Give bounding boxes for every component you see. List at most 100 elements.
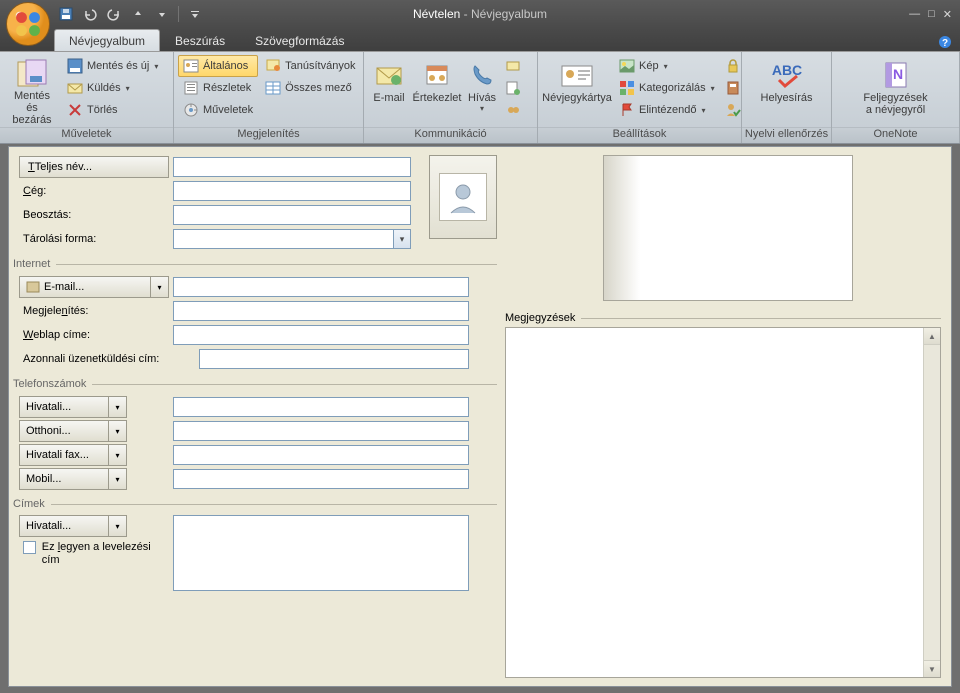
- group-communicate: E-mail Értekezlet Hívás▾ Kommunikáció: [364, 52, 538, 143]
- qat-save-icon[interactable]: [56, 4, 76, 24]
- send-button[interactable]: Küldés▾: [62, 77, 163, 99]
- contact-form: TTeljes név... Cég: Beosztás: Tárolási f…: [8, 146, 952, 687]
- show-certs-button[interactable]: Tanúsítványok: [260, 55, 360, 77]
- notes-header: Megjegyzések: [505, 311, 941, 325]
- im-input[interactable]: [199, 349, 469, 369]
- phone-home-selector[interactable]: Otthoni...▾: [19, 420, 127, 442]
- email-button[interactable]: E-mail: [368, 55, 410, 127]
- save-new-button[interactable]: Mentés és új▾: [62, 55, 163, 77]
- cert-icon: [265, 58, 281, 74]
- spelling-button[interactable]: ABC Helyesírás: [747, 55, 827, 127]
- comm-extra1[interactable]: [502, 55, 524, 77]
- onenote-icon: N: [880, 58, 912, 92]
- qat-redo-icon[interactable]: [104, 4, 124, 24]
- displayas-label: Megjelenítés:: [19, 305, 169, 317]
- phone-mobile-input[interactable]: [173, 469, 469, 489]
- tab-insert[interactable]: Beszúrás: [160, 29, 240, 51]
- followup-button[interactable]: Elintézendő▾: [614, 99, 720, 121]
- tab-contact[interactable]: Névjegyalbum: [54, 29, 160, 51]
- phone-mobile-selector[interactable]: Mobil...▾: [19, 468, 127, 490]
- app-name: Névjegyalbum: [471, 7, 547, 21]
- business-card-preview[interactable]: [603, 155, 853, 301]
- fullname-button[interactable]: TTeljes név...: [19, 156, 169, 178]
- call-button[interactable]: Hívás▾: [464, 55, 500, 127]
- show-general-button[interactable]: Általános: [178, 55, 258, 77]
- delete-icon: [67, 102, 83, 118]
- group-onenote: N Feljegyzések a névjegyről OneNote: [832, 52, 960, 143]
- chevron-down-icon[interactable]: ▾: [150, 277, 168, 297]
- scroll-down-icon[interactable]: ▼: [924, 660, 940, 677]
- qat-prev-icon[interactable]: [128, 4, 148, 24]
- comm-extra2[interactable]: [502, 77, 524, 99]
- company-label: Cég:: [19, 185, 169, 197]
- displayas-input[interactable]: [173, 301, 469, 321]
- phone-business-input[interactable]: [173, 397, 469, 417]
- company-input[interactable]: [173, 181, 411, 201]
- tab-formattext[interactable]: Szövegformázás: [240, 29, 359, 51]
- chevron-down-icon[interactable]: ▾: [108, 469, 126, 489]
- phone-bfax-input[interactable]: [173, 445, 469, 465]
- show-activities-button[interactable]: Műveletek: [178, 99, 258, 121]
- title-bar: Névtelen - Névjegyalbum — □ ✕: [0, 0, 960, 28]
- chevron-down-icon[interactable]: ▾: [393, 230, 410, 248]
- scrollbar[interactable]: ▲ ▼: [923, 328, 940, 677]
- scroll-up-icon[interactable]: ▲: [924, 328, 940, 345]
- office-button[interactable]: [6, 2, 50, 46]
- private-button[interactable]: [722, 55, 744, 77]
- notes-textarea[interactable]: ⚐ ▲ ▼: [505, 327, 941, 678]
- save-close-button[interactable]: Mentés és bezárás: [4, 55, 60, 127]
- comm-extra3[interactable]: [502, 99, 524, 121]
- general-icon: [183, 58, 199, 74]
- fullname-input[interactable]: [173, 157, 411, 177]
- fileas-label: Tárolási forma:: [19, 233, 169, 245]
- meeting-button[interactable]: Értekezlet: [412, 55, 462, 127]
- chevron-down-icon[interactable]: ▾: [108, 421, 126, 441]
- jobtitle-input[interactable]: [173, 205, 411, 225]
- maximize-button[interactable]: □: [928, 8, 935, 21]
- phone-business-selector[interactable]: Hivatali...▾: [19, 396, 127, 418]
- group-show: Általános Részletek Műveletek Tanúsítván…: [174, 52, 364, 143]
- onenote-button[interactable]: N Feljegyzések a névjegyről: [859, 55, 933, 127]
- book-icon: [725, 80, 741, 96]
- webpage-input[interactable]: [173, 325, 469, 345]
- checknames-button[interactable]: [722, 99, 744, 121]
- qat-undo-icon[interactable]: [80, 4, 100, 24]
- categorize-button[interactable]: Kategorizálás▾: [614, 77, 720, 99]
- delete-button[interactable]: Törlés: [62, 99, 163, 121]
- group-actions: Mentés és bezárás Mentés és új▾ Küldés▾ …: [0, 52, 174, 143]
- picture-icon: [619, 58, 635, 74]
- address-input[interactable]: [173, 515, 469, 591]
- email-input[interactable]: [173, 277, 469, 297]
- contact-photo[interactable]: [429, 155, 497, 239]
- ribbon: Mentés és bezárás Mentés és új▾ Küldés▾ …: [0, 52, 960, 144]
- picture-button[interactable]: Kép▾: [614, 55, 720, 77]
- meeting-icon: [422, 58, 452, 92]
- send-icon: [67, 80, 83, 96]
- qat-next-icon[interactable]: [152, 4, 172, 24]
- phone-bfax-selector[interactable]: Hivatali fax...▾: [19, 444, 127, 466]
- minimize-button[interactable]: —: [909, 8, 920, 21]
- qat-customize-icon[interactable]: [185, 4, 205, 24]
- svg-text:ABC: ABC: [771, 62, 801, 78]
- svg-text:N: N: [892, 66, 902, 82]
- fileas-combo[interactable]: ▾: [173, 229, 411, 249]
- mailing-address-checkbox[interactable]: Ez legyen a levelezési cím: [19, 537, 169, 567]
- internet-header: Internet: [13, 257, 497, 271]
- checkbox-icon[interactable]: [23, 541, 36, 554]
- addr-business-selector[interactable]: Hivatali...▾: [19, 515, 127, 537]
- close-button[interactable]: ✕: [943, 8, 952, 21]
- chevron-down-icon[interactable]: ▾: [108, 516, 126, 536]
- window-controls: — □ ✕: [909, 8, 960, 21]
- show-allfields-button[interactable]: Összes mező: [260, 77, 360, 99]
- call-icon: [467, 58, 497, 92]
- show-details-button[interactable]: Részletek: [178, 77, 258, 99]
- help-button[interactable]: ?: [930, 33, 960, 51]
- abc-icon: ABC: [765, 58, 809, 92]
- addrbook-button[interactable]: [722, 77, 744, 99]
- bizcard-button[interactable]: Névjegykártya: [542, 55, 612, 127]
- phone-home-input[interactable]: [173, 421, 469, 441]
- chevron-down-icon[interactable]: ▾: [108, 445, 126, 465]
- svg-text:?: ?: [942, 38, 948, 49]
- chevron-down-icon[interactable]: ▾: [108, 397, 126, 417]
- email-selector[interactable]: E-mail... ▾: [19, 276, 169, 298]
